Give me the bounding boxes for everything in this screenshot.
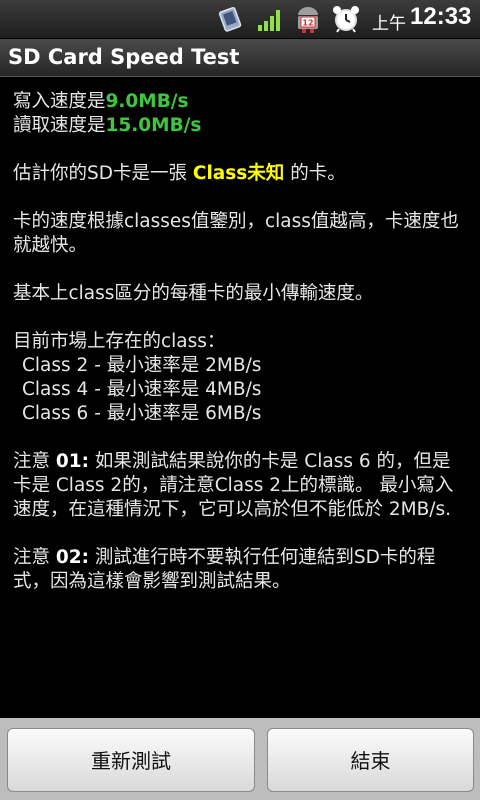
- android-notification-icon: 12: [298, 7, 318, 33]
- wifi-icon: [218, 7, 242, 32]
- note-number: 02:: [55, 547, 90, 568]
- min-speed-intro: 基本上class區分的每種卡的最小傳輸速度。: [13, 283, 374, 304]
- write-speed-value: 9.0MB/s: [105, 91, 189, 112]
- note-01: 注意 01: 如果測試結果說你的卡是 Class 6 的，但是卡是 Class …: [13, 450, 468, 522]
- existing-classes-heading: 目前市場上存在的class：: [13, 331, 226, 352]
- class-list-item: Class 6 - 最小速率是 6MB/s: [22, 403, 262, 424]
- main-content: 寫入速度是9.0MB/s 讀取速度是15.0MB/s 估計你的SD卡是一張 Cl…: [13, 90, 468, 594]
- class-explanation: 卡的速度根據classes值鑒別，class值越高，卡速度也就越快。: [13, 211, 459, 256]
- write-speed-line: 寫入速度是9.0MB/s: [13, 90, 468, 114]
- class-list-item: Class 4 - 最小速率是 4MB/s: [22, 379, 262, 400]
- am-pm-label: 上午: [372, 14, 406, 34]
- finish-button[interactable]: 結束: [267, 728, 474, 792]
- clock-time: 12:33: [410, 3, 472, 30]
- estimate-prefix: 估計你的SD卡是一張: [13, 163, 193, 184]
- signal-icon: [258, 10, 280, 31]
- read-speed-line: 讀取速度是15.0MB/s: [13, 114, 468, 138]
- screen: 12 上午 12:33 SD Card Speed Test 寫入速度是9.0M…: [0, 0, 480, 800]
- note-02: 注意 02: 測試進行時不要執行任何連結到SD卡的程式，因為這樣會影響到測試結果…: [13, 546, 468, 594]
- status-bar: 12 上午 12:33: [0, 0, 480, 39]
- read-speed-value: 15.0MB/s: [105, 115, 202, 136]
- note-label: 注意: [13, 451, 56, 472]
- estimated-class-value: Class未知: [192, 163, 285, 184]
- note-label: 注意: [13, 547, 56, 568]
- write-speed-label: 寫入速度是: [13, 91, 106, 112]
- alarm-clock-icon: [333, 6, 359, 33]
- button-bar: 重新測試 結束: [0, 718, 480, 800]
- class-list-item: Class 2 - 最小速率是 2MB/s: [22, 355, 262, 376]
- read-speed-label: 讀取速度是: [13, 115, 106, 136]
- estimate-line: 估計你的SD卡是一張 Class未知 的卡。: [13, 162, 468, 186]
- estimate-suffix: 的卡。: [284, 163, 346, 184]
- retest-button[interactable]: 重新測試: [7, 728, 255, 792]
- svg-text:12: 12: [302, 19, 313, 28]
- note-number: 01:: [55, 451, 90, 472]
- title-bar: SD Card Speed Test: [0, 39, 480, 77]
- app-title: SD Card Speed Test: [8, 45, 240, 69]
